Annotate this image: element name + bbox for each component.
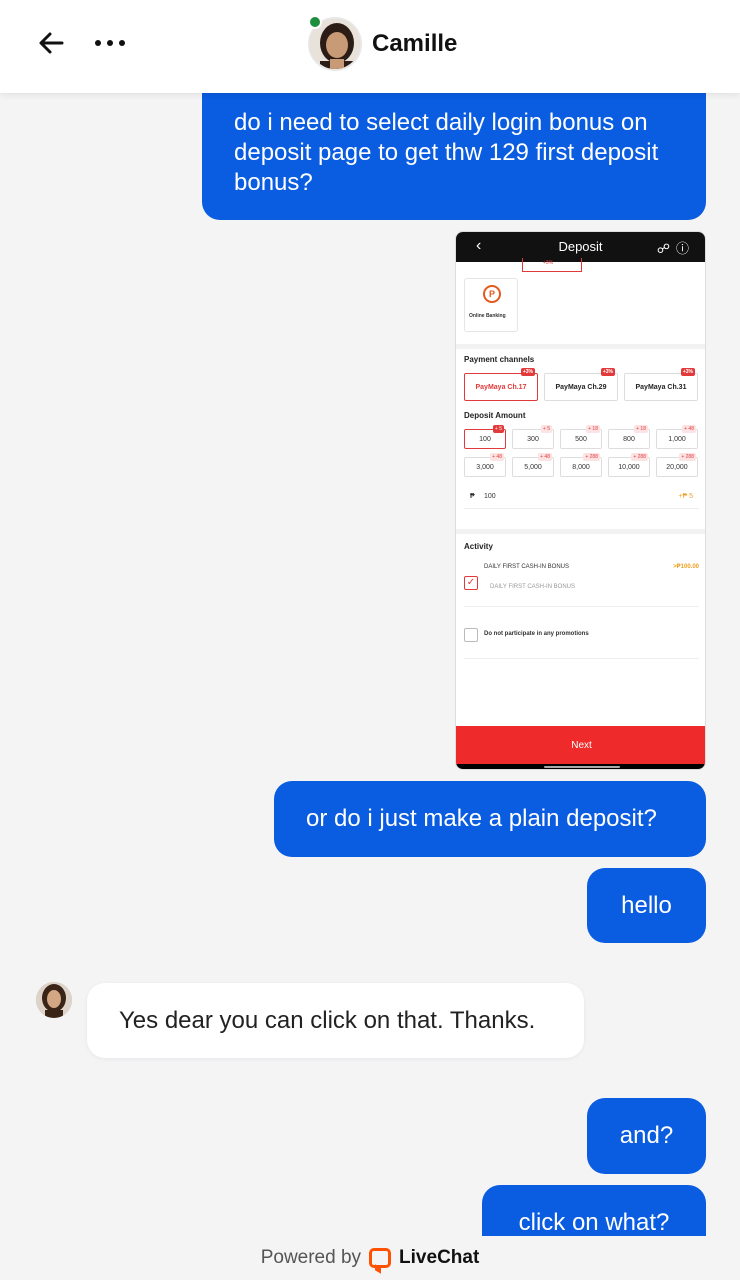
- arrow-left-icon: [39, 32, 64, 54]
- amount-bonus: +₱ 5: [678, 493, 693, 500]
- deposit-amount-label: Deposit Amount: [464, 411, 526, 420]
- method-tag: +3%: [543, 260, 554, 266]
- bonus-checkbox[interactable]: ✓: [464, 576, 478, 590]
- channels-panel: Payment channels PayMaya Ch.17 +3% PayMa…: [456, 349, 705, 529]
- amount-option[interactable]: 8,000 + 288: [560, 453, 602, 477]
- amount-option[interactable]: 500 + 18: [560, 425, 602, 449]
- powered-by-text: Powered by: [260, 1247, 362, 1268]
- message-bubble-user: hello: [587, 868, 706, 943]
- amount-value: 100: [484, 493, 496, 500]
- amount-option[interactable]: 3,000 + 48: [464, 453, 506, 477]
- channel-option[interactable]: PayMaya Ch.31 +3%: [624, 368, 698, 401]
- chat-header: Camille: [0, 0, 740, 93]
- powered-by-footer: Powered by LiveChat: [0, 1236, 740, 1280]
- agent-avatar-small: [36, 982, 72, 1018]
- next-button[interactable]: Next: [456, 726, 705, 764]
- peso-icon: P: [483, 285, 501, 303]
- bonus-option-label: DAILY FIRST CASH-IN BONUS: [490, 584, 576, 590]
- home-indicator: [456, 764, 705, 769]
- payment-channels-label: Payment channels: [464, 355, 535, 364]
- amount-option[interactable]: 300 + 5: [512, 425, 554, 449]
- image-attachment[interactable]: ‹ Deposit ☍ⓘ +3% P Online Banking Paymen…: [455, 231, 706, 770]
- amount-input[interactable]: ₱ 100 +₱ 5: [464, 487, 699, 509]
- bonus-amount: >₱100.00: [673, 564, 699, 570]
- back-button[interactable]: [34, 26, 68, 60]
- message-text: and?: [619, 1122, 674, 1149]
- more-options-button[interactable]: [90, 28, 130, 58]
- online-status-indicator: [308, 15, 322, 29]
- message-bubble-agent: Yes dear you can click on that. Thanks.: [87, 983, 584, 1058]
- livechat-brand[interactable]: LiveChat: [399, 1247, 479, 1269]
- agent-info[interactable]: Camille: [308, 16, 457, 72]
- currency-symbol: ₱: [470, 493, 475, 500]
- info-icon: ☍ⓘ: [656, 241, 695, 256]
- payment-method-panel: +3% P Online Banking: [456, 258, 705, 344]
- livechat-logo-icon: [369, 1248, 392, 1268]
- message-bubble-user: and?: [587, 1098, 706, 1174]
- message-text: or do i just make a plain deposit?: [306, 805, 657, 832]
- amount-option[interactable]: 800 + 18: [608, 425, 650, 449]
- channel-option[interactable]: PayMaya Ch.29 +3%: [544, 368, 618, 401]
- message-text: hello: [621, 891, 672, 919]
- no-promo-label: Do not participate in any promotions: [484, 631, 589, 637]
- online-banking-label: Online Banking: [469, 313, 506, 319]
- amount-option[interactable]: 10,000 + 288: [608, 453, 650, 477]
- more-dots-icon: [95, 40, 101, 46]
- amount-option[interactable]: 1,000 + 48: [656, 425, 698, 449]
- activity-label: Activity: [464, 542, 493, 551]
- bonus-title: DAILY FIRST CASH-IN BONUS: [484, 564, 570, 570]
- agent-name: Camille: [372, 30, 458, 57]
- no-promo-checkbox[interactable]: [464, 628, 478, 642]
- online-banking-option[interactable]: P Online Banking: [464, 278, 518, 332]
- activity-panel: Activity DAILY FIRST CASH-IN BONUS >₱100…: [456, 534, 705, 726]
- message-text: Yes dear you can click on that. Thanks.: [119, 1006, 536, 1034]
- amount-option[interactable]: 5,000 + 48: [512, 453, 554, 477]
- message-bubble-user: do i need to select daily login bonus on…: [202, 82, 706, 220]
- message-text: click on what?: [518, 1208, 670, 1236]
- amount-option[interactable]: 100 + 5: [464, 425, 506, 449]
- message-text: do i need to select daily login bonus on…: [234, 109, 659, 196]
- channel-option[interactable]: PayMaya Ch.17 +3%: [464, 368, 538, 401]
- message-bubble-user: or do i just make a plain deposit?: [274, 781, 706, 857]
- amount-option[interactable]: 20,000 + 288: [656, 453, 698, 477]
